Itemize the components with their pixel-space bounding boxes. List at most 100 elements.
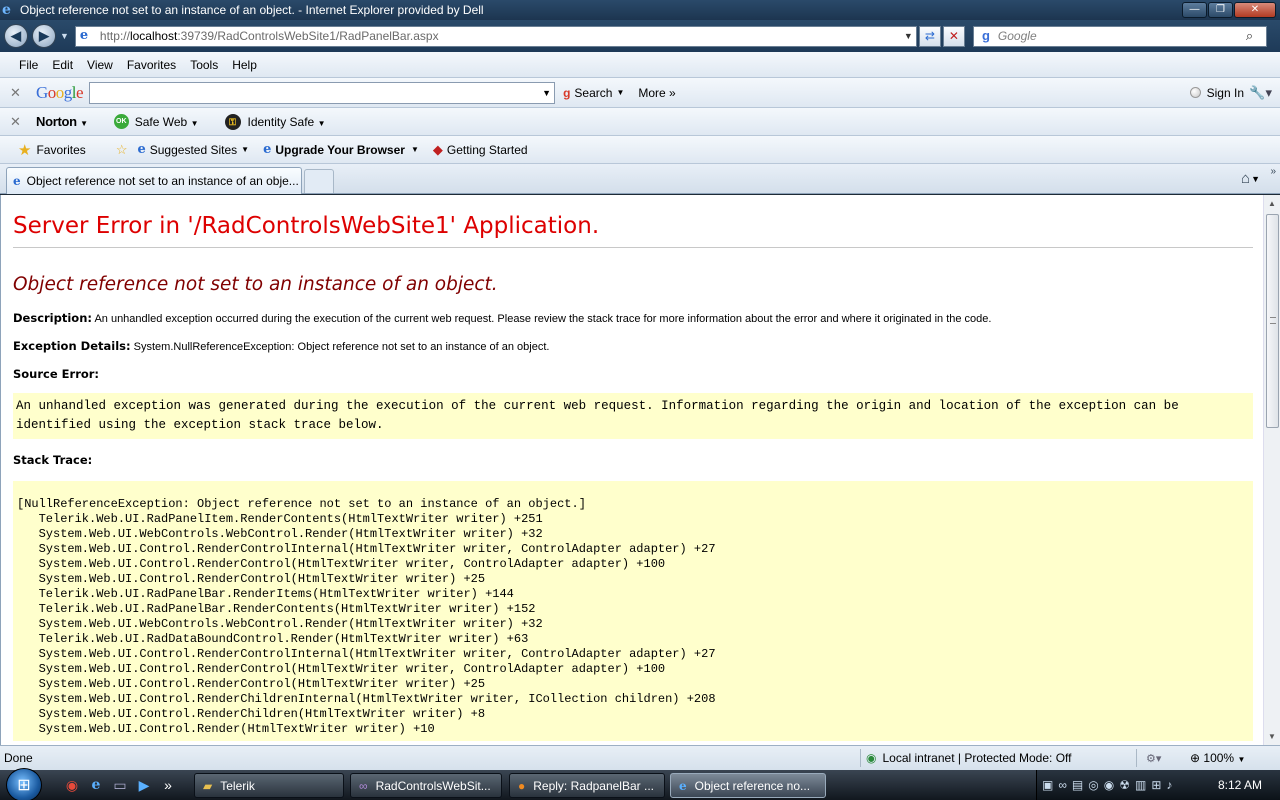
address-url[interactable]: http://localhost:39739/RadControlsWebSit… (100, 29, 904, 43)
close-toolbar-icon[interactable]: ✕ (10, 85, 28, 101)
favorites-star-icon: ★ (18, 141, 32, 159)
close-toolbar-icon[interactable]: ✕ (10, 114, 28, 130)
network-icon[interactable]: ⊞ (1151, 778, 1161, 792)
vertical-scrollbar[interactable]: ▲ ▼ (1263, 195, 1280, 745)
maximize-button[interactable]: ❐ (1208, 2, 1233, 18)
tray-icon[interactable]: ☢ (1119, 778, 1130, 792)
refresh-button[interactable]: ⇄ (918, 25, 941, 47)
google-search-label: Search (574, 85, 613, 100)
home-icon[interactable]: ⌂ (1241, 170, 1250, 187)
taskbar-button-firefox[interactable]: ● Reply: RadpanelBar ... (509, 773, 665, 798)
search-icon[interactable]: ⌕ (1246, 28, 1266, 44)
sign-in-dot-icon (1189, 87, 1201, 98)
tray-icon[interactable]: ▣ (1042, 778, 1053, 792)
double-chevron-icon: » (669, 85, 676, 100)
exception-row: Exception Details: System.NullReferenceE… (13, 339, 1253, 353)
google-search-input[interactable]: ▼ (89, 81, 556, 104)
add-favorite-button[interactable]: ☆ (116, 142, 132, 158)
forward-button[interactable]: ▶ (32, 24, 56, 48)
media-player-icon[interactable]: ▶ (134, 775, 154, 795)
norton-menu[interactable]: Norton ▼ (36, 114, 88, 129)
tray-icon[interactable]: ◎ (1088, 778, 1098, 792)
chrome-icon[interactable]: ◉ (62, 775, 82, 795)
navigation-bar: ◀ ▶ ▼ e http://localhost:39739/RadContro… (0, 20, 1280, 52)
close-button[interactable]: ✕ (1234, 2, 1276, 18)
zone-label: Local intranet | Protected Mode: Off (882, 751, 1072, 765)
search-box[interactable]: g Google ⌕ (972, 25, 1267, 47)
menu-edit[interactable]: Edit (45, 58, 80, 72)
google-logo: Google (36, 82, 84, 102)
tray-icon[interactable]: ∞ (1058, 778, 1067, 792)
zoom-control[interactable]: ⊕ 100% ▼ (1190, 751, 1245, 765)
new-tab-button[interactable] (304, 169, 334, 193)
tab-bar: e Object reference not set to an instanc… (0, 164, 1280, 194)
menu-view[interactable]: View (80, 58, 120, 72)
ie-icon: e (13, 174, 21, 188)
back-button[interactable]: ◀ (4, 24, 28, 48)
chevron-down-icon[interactable]: ▼ (542, 88, 554, 98)
page-content: Server Error in '/RadControlsWebSite1' A… (0, 195, 1280, 745)
suggested-sites-label: Suggested Sites (149, 142, 238, 157)
taskbar-button-visualstudio[interactable]: ∞ RadControlsWebSit... (350, 773, 502, 798)
getting-started-link[interactable]: ◆ Getting Started (433, 142, 528, 158)
sign-in-button[interactable]: Sign In (1189, 85, 1244, 100)
history-dropdown-icon[interactable]: ▼ (60, 31, 69, 41)
chevron-down-icon: ▼ (410, 145, 419, 154)
chevron-down-icon[interactable]: ▼ (1251, 174, 1260, 184)
menu-tools[interactable]: Tools (183, 58, 225, 72)
tab-active[interactable]: e Object reference not set to an instanc… (6, 167, 302, 194)
norton-toolbar: ✕ Norton ▼ OK Safe Web ▼ ⚿ Identity Safe… (0, 108, 1280, 136)
upgrade-browser-button[interactable]: e Upgrade Your Browser ▼ (263, 142, 419, 157)
status-divider (860, 749, 861, 767)
scroll-down-icon[interactable]: ▼ (1264, 728, 1280, 745)
stop-button[interactable]: ✕ (942, 25, 965, 47)
description-text: An unhandled exception occurred during t… (94, 313, 992, 325)
more-button[interactable]: More » (638, 86, 675, 100)
address-bar[interactable]: e http://localhost:39739/RadControlsWebS… (74, 25, 917, 47)
taskbar-button-label: Object reference no... (694, 778, 811, 793)
menu-favorites[interactable]: Favorites (120, 58, 183, 72)
visual-studio-icon: ∞ (359, 778, 368, 793)
chevron-down-icon: ▼ (616, 88, 625, 97)
show-desktop-icon[interactable]: ▭ (110, 775, 130, 795)
volume-icon[interactable]: ♪ (1166, 778, 1172, 792)
wrench-icon[interactable]: 🔧▾ (1249, 85, 1272, 101)
scroll-up-icon[interactable]: ▲ (1264, 195, 1280, 212)
google-search-button[interactable]: g Search ▼ (563, 86, 624, 100)
favorites-button[interactable]: Favorites (36, 143, 85, 157)
identity-safe-menu[interactable]: Identity Safe ▼ (248, 115, 326, 129)
start-button[interactable]: ⊞ (6, 768, 42, 800)
safe-web-menu[interactable]: Safe Web ▼ (135, 115, 199, 129)
minimize-button[interactable]: — (1182, 2, 1207, 18)
taskbar: ⊞ ◉ e ▭ ▶ » ▰ Telerik ∞ RadControlsWebSi… (0, 768, 1280, 800)
ie-quick-icon[interactable]: e (86, 775, 106, 795)
getting-started-label: Getting Started (446, 142, 528, 157)
tray-icon[interactable]: ▤ (1072, 778, 1083, 792)
google-icon: g (981, 28, 990, 43)
safe-web-ok-icon: OK (113, 114, 129, 129)
quick-launch-overflow-icon[interactable]: » (158, 775, 178, 795)
taskbar-button-telerik[interactable]: ▰ Telerik (194, 773, 344, 798)
scroll-thumb[interactable] (1266, 214, 1279, 428)
taskbar-button-ie[interactable]: e Object reference no... (670, 773, 826, 798)
add-favorite-icon: ☆ (115, 141, 128, 157)
toolbar-overflow-icon[interactable]: » (1270, 166, 1276, 177)
suggested-sites-button[interactable]: e Suggested Sites ▼ (137, 142, 249, 157)
google-search-icon: g (563, 85, 571, 100)
menu-help[interactable]: Help (225, 58, 264, 72)
popup-blocker-icon[interactable]: ⚙▾ (1146, 752, 1161, 765)
status-bar: Done ◉ Local intranet | Protected Mode: … (0, 745, 1280, 770)
system-tray: ▣ ∞ ▤ ◎ ◉ ☢ ▥ ⊞ ♪ 8:12 AM (1036, 770, 1280, 800)
windows-logo-icon: ⊞ (17, 777, 31, 794)
tray-icon[interactable]: ▥ (1135, 778, 1146, 792)
search-input[interactable]: Google (998, 29, 1246, 43)
ie-icon: e (137, 142, 146, 157)
menu-file[interactable]: File (12, 58, 45, 72)
security-zone[interactable]: ◉ Local intranet | Protected Mode: Off (866, 751, 1071, 765)
clock[interactable]: 8:12 AM (1218, 778, 1262, 792)
sign-in-label: Sign In (1206, 85, 1244, 100)
address-dropdown-icon[interactable]: ▼ (904, 31, 916, 41)
tray-icon[interactable]: ◉ (1104, 778, 1114, 792)
globe-icon: ◉ (866, 751, 877, 765)
refresh-icon: ⇄ (924, 29, 935, 43)
